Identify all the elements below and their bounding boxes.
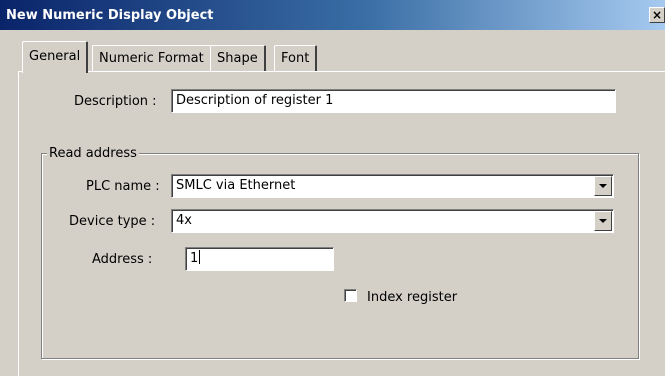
tab-numeric-format[interactable]: Numeric Format <box>92 45 212 72</box>
address-input[interactable]: 1 <box>185 247 334 271</box>
index-register-label[interactable]: Index register <box>367 290 457 305</box>
tab-font[interactable]: Font <box>274 45 318 72</box>
text-cursor <box>199 250 201 264</box>
close-button[interactable]: × <box>649 7 665 23</box>
device-type-label: Device type : <box>69 214 156 229</box>
description-label: Description : <box>74 94 157 109</box>
chevron-down-icon[interactable] <box>594 176 612 196</box>
index-register-checkbox[interactable] <box>344 289 357 302</box>
description-input[interactable]: Description of register 1 <box>171 89 616 113</box>
read-address-group-label: Read address <box>47 146 139 161</box>
title-bar[interactable]: New Numeric Display Object × <box>0 0 665 30</box>
tab-shape[interactable]: Shape <box>210 45 266 72</box>
chevron-down-icon[interactable] <box>594 211 612 231</box>
close-icon: × <box>651 8 663 22</box>
plc-name-dropdown[interactable]: SMLC via Ethernet <box>171 174 614 198</box>
tab-strip: General Numeric Format Shape Font <box>0 30 665 73</box>
description-value: Description of register 1 <box>176 93 334 108</box>
window-title: New Numeric Display Object <box>6 8 214 23</box>
tab-general[interactable]: General <box>22 41 89 73</box>
device-type-dropdown[interactable]: 4x <box>171 209 614 233</box>
address-label: Address : <box>92 252 153 267</box>
device-type-value: 4x <box>176 213 192 228</box>
plc-name-label: PLC name : <box>86 179 160 194</box>
address-value: 1 <box>190 251 199 266</box>
plc-name-value: SMLC via Ethernet <box>176 178 296 193</box>
dialog-window: New Numeric Display Object × General Num… <box>0 0 665 376</box>
